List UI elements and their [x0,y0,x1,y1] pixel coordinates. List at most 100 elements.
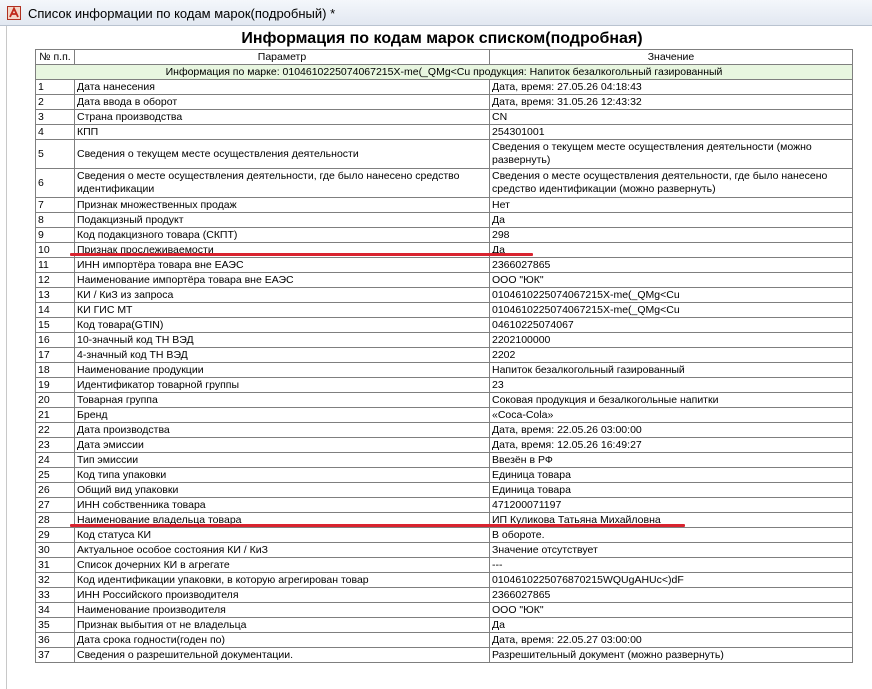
value-cell: 23 [489,377,853,393]
row-number-cell: 30 [35,542,75,558]
row-number-cell: 5 [35,139,75,169]
table-row[interactable]: 14 КИ ГИС МТ 0104610225074067215X-me(_QMg<… [35,302,853,318]
table-row[interactable]: 34 Наименование производителя ООО "ЮК" [35,602,853,618]
window-titlebar: Список информации по кодам марок(подробн… [0,0,872,26]
value-cell: Значение отсутствует [489,542,853,558]
row-number-cell: 11 [35,257,75,273]
table-row[interactable]: 35 Признак выбытия от не владельца Да [35,617,853,633]
value-cell: Единица товара [489,467,853,483]
parameter-cell: Код подакцизного товара (СКПТ) [74,227,490,243]
row-number-cell: 18 [35,362,75,378]
value-cell: Сведения о месте осуществления деятельно… [489,168,853,198]
row-number-cell: 29 [35,527,75,543]
parameter-cell: 10-значный код ТН ВЭД [74,332,490,348]
table-row[interactable]: 18 Наименование продукции Напиток безалког… [35,362,853,378]
table-row[interactable]: 7 Признак множественных продаж Нет [35,197,853,213]
table-row[interactable]: 4 КПП 254301001 [35,124,853,140]
row-number-cell: 19 [35,377,75,393]
row-number-cell: 32 [35,572,75,588]
table-row[interactable]: 29 Код статуса КИ В обороте. [35,527,853,543]
table-row[interactable]: 5 Сведения о текущем месте осуществления … [35,139,853,169]
table-row[interactable]: 1 Дата нанесения Дата, время: 27.05.26 04:… [35,79,853,95]
table-row[interactable]: 17 4-значный код ТН ВЭД 2202 [35,347,853,363]
table-row[interactable]: 8 Подакцизный продукт Да [35,212,853,228]
parameter-cell: Бренд [74,407,490,423]
parameter-cell: Признак множественных продаж [74,197,490,213]
table-row[interactable]: 30 Актуальное особое состояния КИ / КиЗ Зн… [35,542,853,558]
table-row[interactable]: 22 Дата производства Дата, время: 22.05.26… [35,422,853,438]
parameter-cell: КИ / КиЗ из запроса [74,287,490,303]
row-number-cell: 22 [35,422,75,438]
value-cell: Соковая продукция и безалкогольные напит… [489,392,853,408]
row-number-cell: 16 [35,332,75,348]
row-number-cell: 25 [35,467,75,483]
row-number-cell: 3 [35,109,75,125]
value-cell: Единица товара [489,482,853,498]
table-row[interactable]: 20 Товарная группа Соковая продукция и без… [35,392,853,408]
row-number-cell: 13 [35,287,75,303]
parameter-cell: КИ ГИС МТ [74,302,490,318]
table-row[interactable]: 12 Наименование импортёра товара вне ЕАЭС… [35,272,853,288]
table-row[interactable]: 2 Дата ввода в оборот Дата, время: 31.05.2… [35,94,853,110]
table-row[interactable]: 32 Код идентификации упаковки, в которую … [35,572,853,588]
row-number-cell: 21 [35,407,75,423]
row-number-cell: 8 [35,212,75,228]
row-number-cell: 15 [35,317,75,333]
parameter-cell: Тип эмиссии [74,452,490,468]
parameter-cell: Дата нанесения [74,79,490,95]
row-number-cell: 1 [35,79,75,95]
parameter-cell: КПП [74,124,490,140]
row-number-cell: 10 [35,242,75,258]
table-row[interactable]: 16 10-значный код ТН ВЭД 2202100000 [35,332,853,348]
table-row[interactable]: 31 Список дочерних КИ в агрегате --- [35,557,853,573]
table-row[interactable]: 37 Сведения о разрешительной документации… [35,647,853,663]
parameter-cell: Идентификатор товарной группы [74,377,490,393]
value-cell: Да [489,617,853,633]
table-row[interactable]: 6 Сведения о месте осуществления деятельн… [35,168,853,198]
parameter-cell: Актуальное особое состояния КИ / КиЗ [74,542,490,558]
value-cell: CN [489,109,853,125]
parameter-cell: Код товара(GTIN) [74,317,490,333]
table-row[interactable]: 25 Код типа упаковки Единица товара [35,467,853,483]
table-row[interactable]: 36 Дата срока годности(годен по) Дата, вре… [35,632,853,648]
table-row[interactable]: 11 ИНН импортёра товара вне ЕАЭС 236602786… [35,257,853,273]
table-row[interactable]: 23 Дата эмиссии Дата, время: 12.05.26 16:4… [35,437,853,453]
table-row[interactable]: 3 Страна производства CN [35,109,853,125]
row-number-cell: 12 [35,272,75,288]
highlight-underline-row-10 [70,253,533,256]
parameter-cell: ИНН импортёра товара вне ЕАЭС [74,257,490,273]
value-cell: Дата, время: 31.05.26 12:43:32 [489,94,853,110]
row-number-cell: 20 [35,392,75,408]
table-row[interactable]: 19 Идентификатор товарной группы 23 [35,377,853,393]
table-row[interactable]: 24 Тип эмиссии Ввезён в РФ [35,452,853,468]
table-row[interactable]: 9 Код подакцизного товара (СКПТ) 298 [35,227,853,243]
app-icon [7,6,21,20]
table-row[interactable]: 21 Бренд «Coca-Cola» [35,407,853,423]
parameter-cell: Сведения о текущем месте осуществления д… [74,139,490,169]
parameter-cell: Дата производства [74,422,490,438]
table-row[interactable]: 27 ИНН собственника товара 471200071197 [35,497,853,513]
value-cell: --- [489,557,853,573]
value-cell: Дата, время: 27.05.26 04:18:43 [489,79,853,95]
table-row[interactable]: 13 КИ / КиЗ из запроса 0104610225074067215… [35,287,853,303]
row-number-cell: 35 [35,617,75,633]
table-row[interactable]: 15 Код товара(GTIN) 04610225074067 [35,317,853,333]
parameter-cell: Товарная группа [74,392,490,408]
row-number-cell: 23 [35,437,75,453]
value-cell: 04610225074067 [489,317,853,333]
table-row[interactable]: 33 ИНН Российского производителя 236602786… [35,587,853,603]
row-number-cell: 9 [35,227,75,243]
parameter-cell: Дата ввода в оборот [74,94,490,110]
row-number-cell: 27 [35,497,75,513]
value-cell: Ввезён в РФ [489,452,853,468]
row-number-cell: 7 [35,197,75,213]
value-cell: Напиток безалкогольный газированный [489,362,853,378]
report-title: Информация по кодам марок списком(подроб… [241,30,643,47]
group-header: Информация по марке: 0104610225074067215… [35,64,853,80]
parameter-cell: Сведения о месте осуществления деятельно… [74,168,490,198]
parameter-cell: ИНН собственника товара [74,497,490,513]
table-row[interactable]: 26 Общий вид упаковки Единица товара [35,482,853,498]
parameter-cell: Дата эмиссии [74,437,490,453]
value-cell: 298 [489,227,853,243]
value-cell: 2202 [489,347,853,363]
